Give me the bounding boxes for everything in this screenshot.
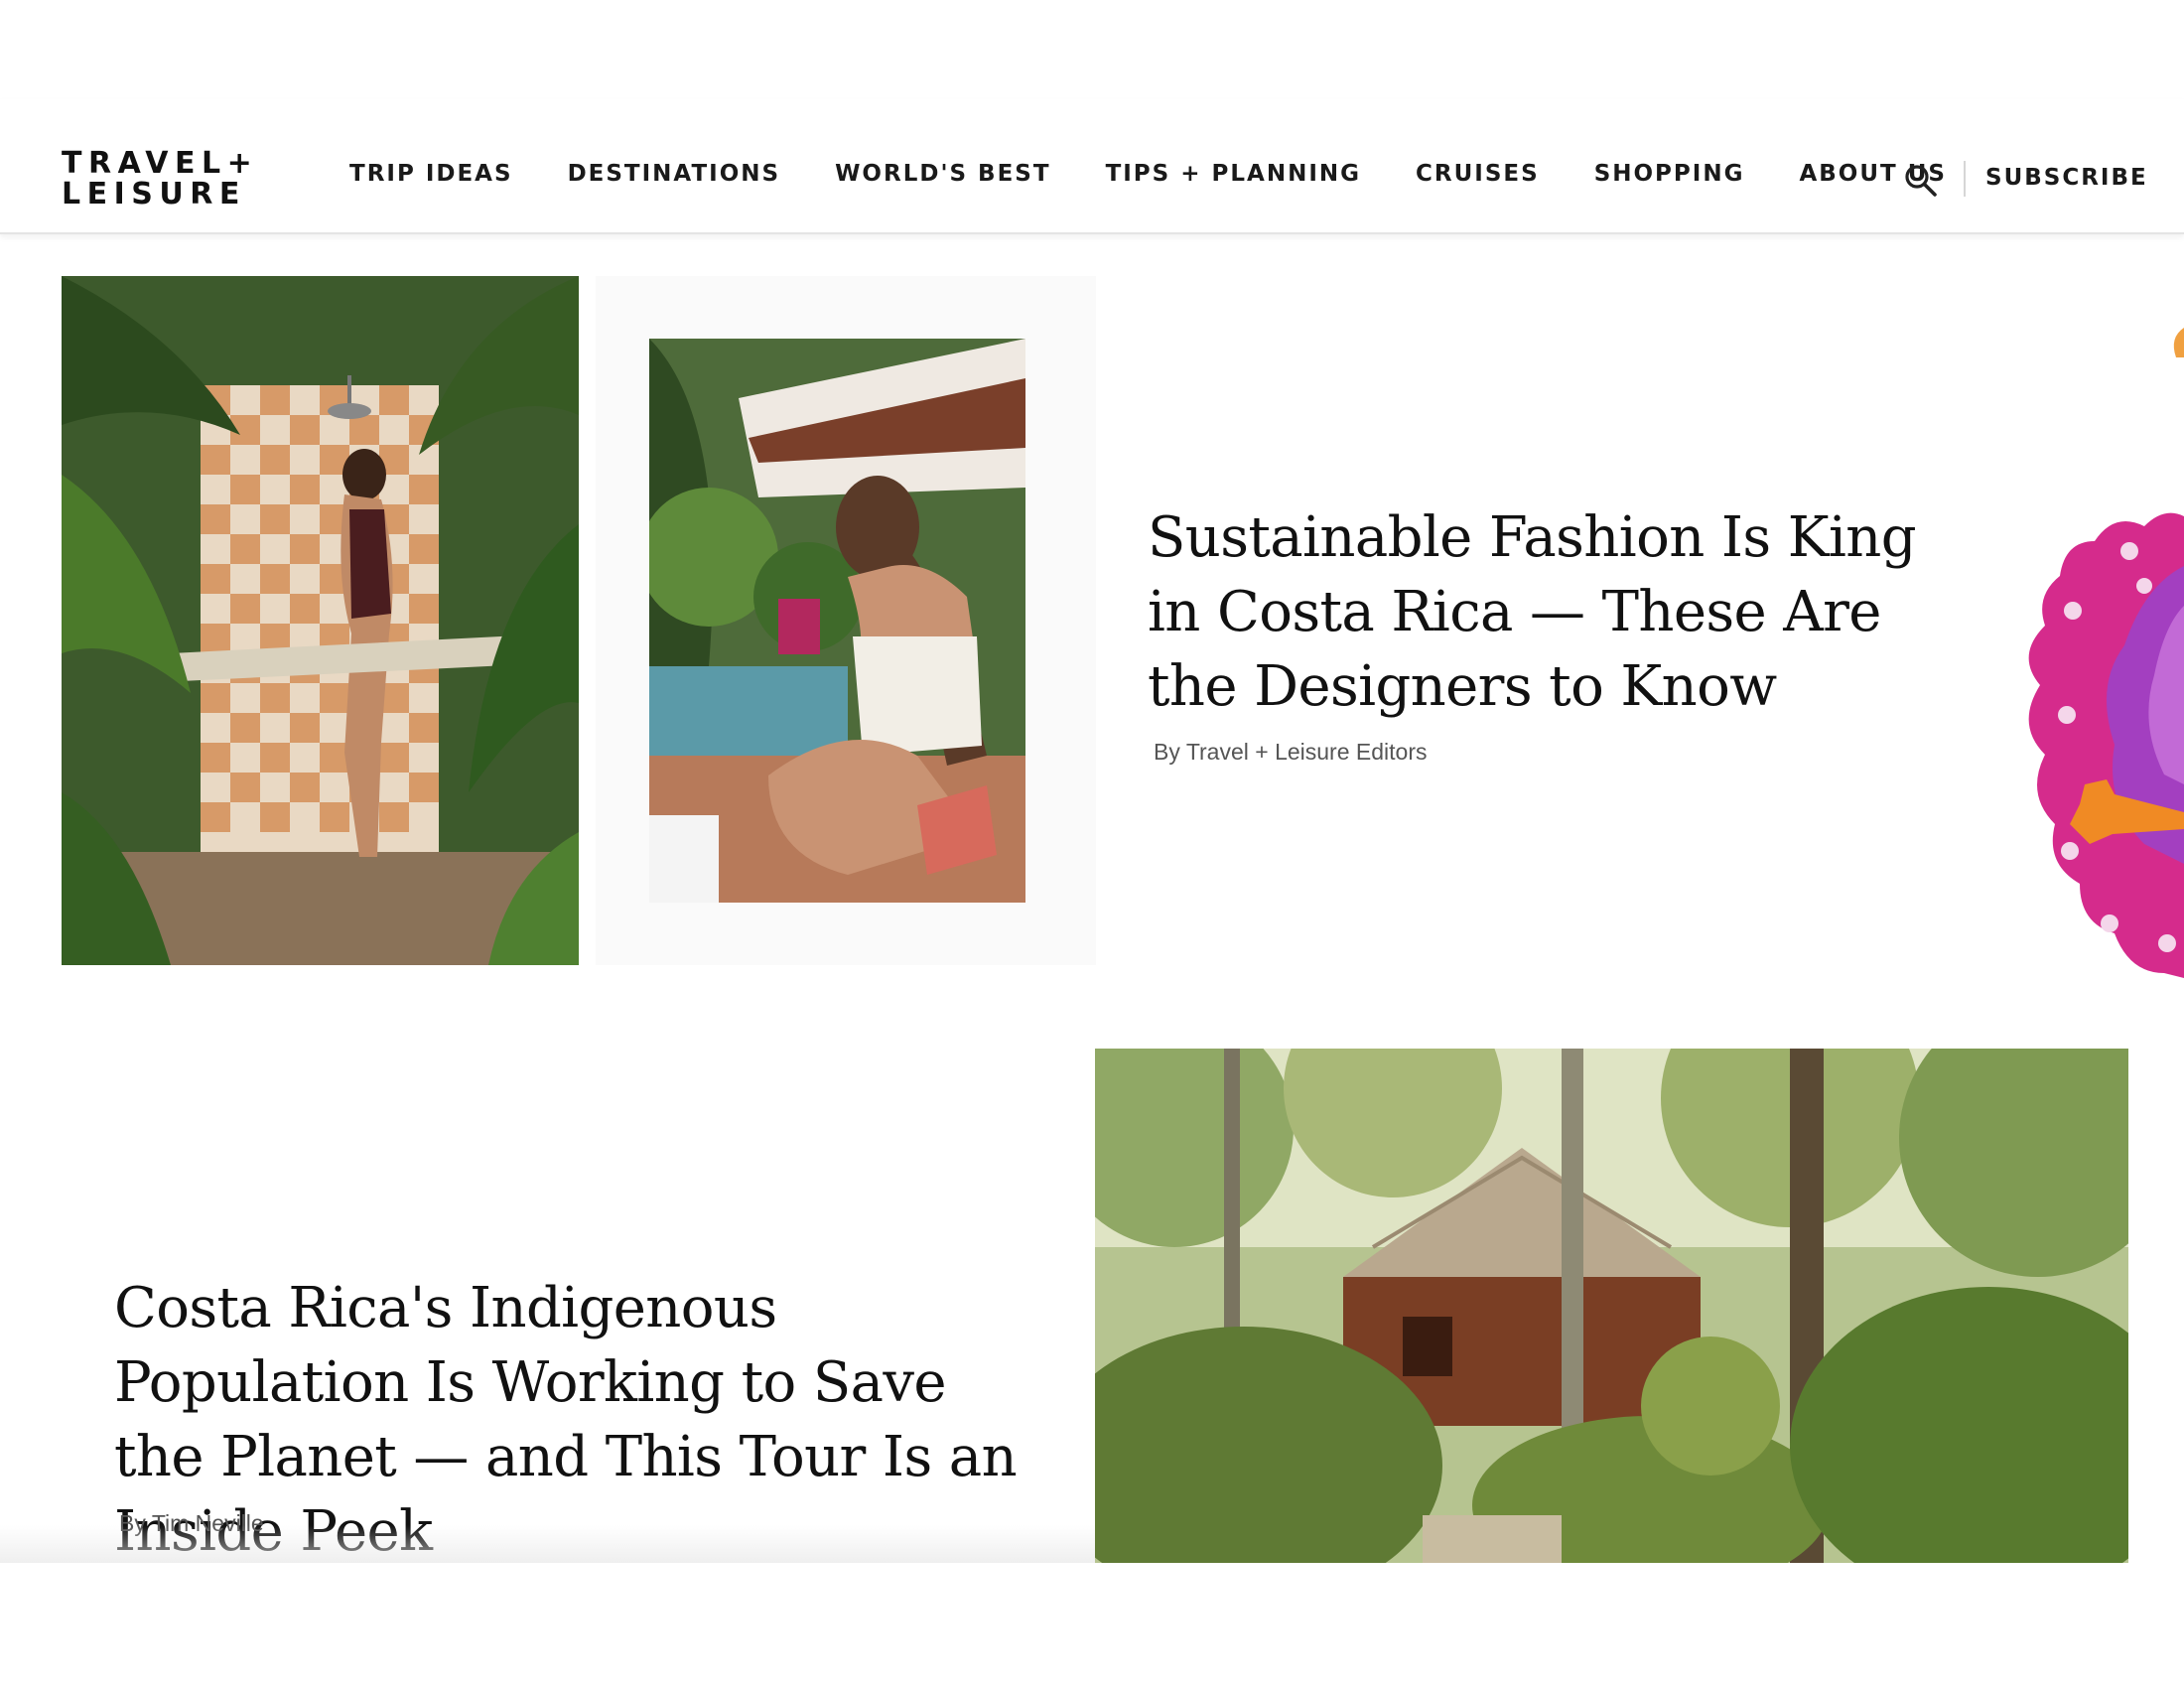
jungle-hut-photo[interactable]	[1095, 1049, 2128, 1563]
main-nav: TRIP IDEAS DESTINATIONS WORLD'S BEST TIP…	[349, 159, 1947, 189]
woman-drinking-smoothie-photo[interactable]	[649, 339, 1025, 903]
nav-item-destinations[interactable]: DESTINATIONS	[568, 161, 781, 187]
bottom-fade	[0, 1525, 1095, 1563]
nav-item-trip-ideas[interactable]: TRIP IDEAS	[349, 161, 513, 187]
nav-item-cruises[interactable]: CRUISES	[1416, 161, 1540, 187]
logo-line-2: LEISURE	[62, 177, 246, 211]
nav-item-worlds-best[interactable]: WORLD'S BEST	[835, 161, 1051, 187]
nav-item-tips-planning[interactable]: TIPS + PLANNING	[1106, 161, 1361, 187]
search-icon[interactable]	[1901, 161, 1941, 201]
site-logo[interactable]: TRAVEL+ LEISURE	[62, 149, 300, 211]
header-divider	[1964, 161, 1966, 197]
article-1-byline[interactable]: By Travel + Leisure Editors	[1154, 739, 1427, 766]
nav-item-shopping[interactable]: SHOPPING	[1594, 161, 1745, 187]
subscribe-link[interactable]: SUBSCRIBE	[1985, 165, 2148, 191]
site-header: TRAVEL+ LEISURE TRIP IDEAS DESTINATIONS …	[0, 99, 2184, 234]
outdoor-shower-photo[interactable]	[62, 276, 579, 965]
hibiscus-illustration	[1846, 328, 2184, 1062]
logo-line-1: TRAVEL+	[62, 146, 259, 181]
